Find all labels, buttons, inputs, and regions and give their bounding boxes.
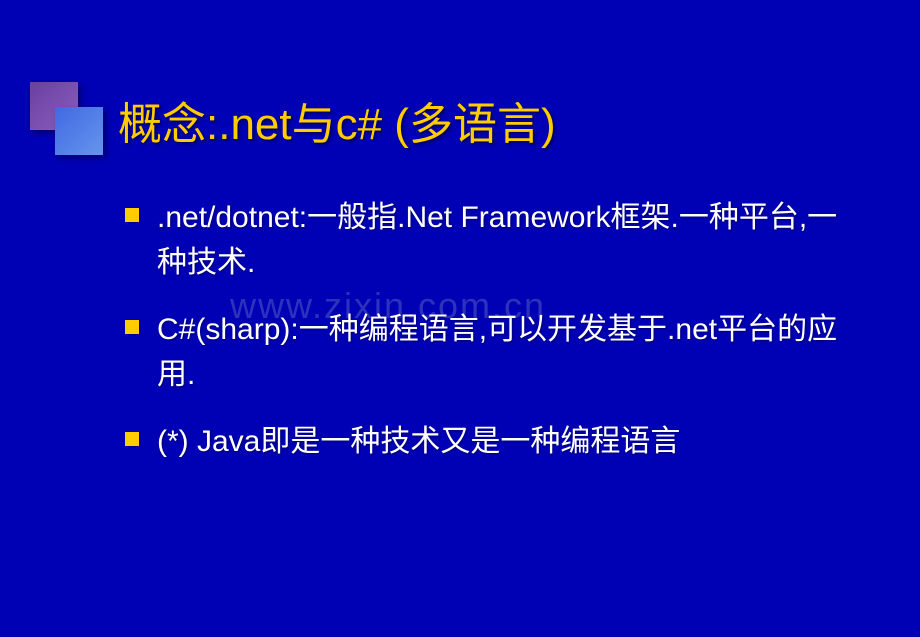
list-item: .net/dotnet:一般指.Net Framework框架.一种平台,一种技… [125,195,865,285]
deco-square-blue [55,107,103,155]
bullet-square-icon [125,432,139,446]
list-item: C#(sharp):一种编程语言,可以开发基于.net平台的应用. [125,307,865,397]
bullet-text: C#(sharp):一种编程语言,可以开发基于.net平台的应用. [157,307,865,397]
bullet-list: .net/dotnet:一般指.Net Framework框架.一种平台,一种技… [125,195,865,486]
bullet-text: .net/dotnet:一般指.Net Framework框架.一种平台,一种技… [157,195,865,285]
bullet-square-icon [125,208,139,222]
list-item: (*) Java即是一种技术又是一种编程语言 [125,419,865,464]
title-decoration [30,82,105,157]
slide-title: 概念:.net与c# (多语言) [118,88,556,152]
bullet-square-icon [125,320,139,334]
bullet-text: (*) Java即是一种技术又是一种编程语言 [157,419,680,464]
